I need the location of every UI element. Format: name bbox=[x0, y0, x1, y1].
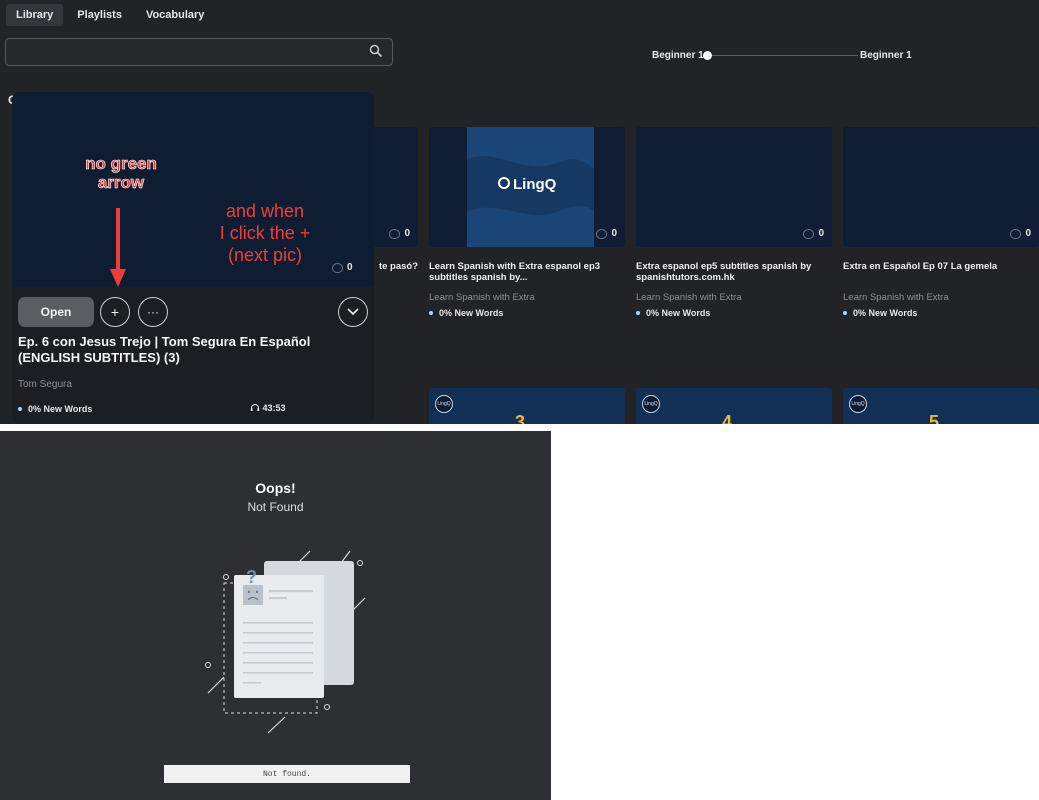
status-dot-icon bbox=[636, 311, 640, 315]
tab-vocabulary[interactable]: Vocabulary bbox=[136, 4, 215, 26]
status-dot-icon bbox=[429, 311, 433, 315]
annotation-next-pic: and when I click the + (next pic) bbox=[219, 201, 311, 265]
tab-playlists[interactable]: Playlists bbox=[67, 4, 132, 26]
top-tabs: Library Playlists Vocabulary bbox=[6, 4, 214, 26]
headphones-icon bbox=[250, 404, 260, 411]
search-icon[interactable] bbox=[369, 44, 383, 58]
level-from: Beginner 1 bbox=[652, 50, 704, 61]
lesson-author: Learn Spanish with Extra bbox=[636, 292, 742, 303]
popup-title: Ep. 6 con Jesus Trejo | Tom Segura En Es… bbox=[18, 334, 311, 365]
lesson-card[interactable]: LingQ 0 Learn Spanish with Extra espanol… bbox=[429, 127, 625, 318]
lesson-card[interactable]: LingQ 4 bbox=[636, 388, 832, 424]
lesson-title[interactable]: Extra espanol ep5 subtitles spanish by s… bbox=[636, 261, 832, 285]
svg-text:LingQ: LingQ bbox=[513, 176, 557, 193]
likes-count: 0 bbox=[389, 228, 410, 239]
chevron-down-icon bbox=[347, 308, 359, 316]
library-screen: Library Playlists Vocabulary Beginner 1 … bbox=[0, 0, 1039, 424]
new-words-stat: 0% New Words bbox=[429, 308, 625, 318]
lesson-title[interactable]: Extra en Español Ep 07 La gemela bbox=[843, 261, 1039, 285]
popup-info: Open + ··· Ep. 6 con Jesus Trejo | Tom S… bbox=[12, 287, 374, 424]
popup-duration: 43:53 bbox=[250, 403, 286, 413]
add-button[interactable]: + bbox=[100, 297, 130, 327]
lesson-card[interactable]: LingQ 5 bbox=[843, 388, 1039, 424]
lesson-thumbnail[interactable]: 0 bbox=[843, 127, 1039, 247]
lesson-thumbnail[interactable]: 0 bbox=[636, 127, 832, 247]
search-input[interactable] bbox=[5, 38, 393, 66]
heart-icon bbox=[1010, 228, 1022, 239]
error-subtitle: Not Found bbox=[247, 500, 304, 514]
not-found-document-icon: ? bbox=[205, 550, 366, 734]
lesson-author: Learn Spanish with Extra bbox=[429, 292, 535, 303]
popup-author[interactable]: Tom Segura bbox=[18, 379, 72, 390]
likes-count: 0 bbox=[1010, 228, 1031, 239]
not-found-message: Not found. bbox=[164, 765, 410, 783]
error-title: Oops! bbox=[255, 480, 296, 496]
open-button[interactable]: Open bbox=[18, 297, 94, 327]
lesson-card[interactable]: LingQ 3 bbox=[429, 388, 625, 424]
heart-icon bbox=[389, 228, 401, 239]
red-arrow-icon bbox=[110, 208, 126, 287]
lingq-badge: LingQ bbox=[849, 395, 867, 413]
level-slider-track[interactable] bbox=[708, 55, 858, 56]
more-button[interactable]: ··· bbox=[138, 297, 168, 327]
lesson-author: Learn Spanish with Extra bbox=[843, 292, 949, 303]
new-words-stat: 0% New Words bbox=[843, 308, 1039, 318]
lesson-thumbnail[interactable]: LingQ 0 bbox=[429, 127, 625, 247]
lingq-badge: LingQ bbox=[435, 395, 453, 413]
new-words-stat: 0% New Words bbox=[636, 308, 832, 318]
error-page: Oops! Not Found ? Not found. bbox=[0, 431, 551, 800]
lingq-badge: LingQ bbox=[642, 395, 660, 413]
lesson-title[interactable]: Learn Spanish with Extra espanol ep3 sub… bbox=[429, 261, 625, 285]
lesson-number: 3 bbox=[515, 412, 526, 424]
expand-button[interactable] bbox=[338, 297, 368, 327]
level-slider-knob[interactable] bbox=[703, 51, 712, 60]
annotation-no-green-arrow: no green arrow bbox=[85, 154, 157, 193]
lesson-number: 5 bbox=[929, 412, 940, 424]
lesson-card[interactable]: 0 Extra espanol ep5 subtitles spanish by… bbox=[636, 127, 832, 318]
status-dot-icon bbox=[843, 311, 847, 315]
heart-icon bbox=[596, 228, 608, 239]
level-to: Beginner 1 bbox=[860, 50, 912, 61]
lesson-card[interactable]: 0 Extra en Español Ep 07 La gemela Learn… bbox=[843, 127, 1039, 318]
svg-text:?: ? bbox=[246, 567, 257, 587]
lesson-number: 4 bbox=[722, 412, 733, 424]
popup-new-words: 0% New Words bbox=[18, 404, 92, 414]
tab-library[interactable]: Library bbox=[6, 4, 64, 26]
likes-count: 0 bbox=[596, 228, 617, 239]
likes-count: 0 bbox=[803, 228, 824, 239]
heart-icon bbox=[803, 228, 815, 239]
status-dot-icon bbox=[18, 407, 22, 411]
